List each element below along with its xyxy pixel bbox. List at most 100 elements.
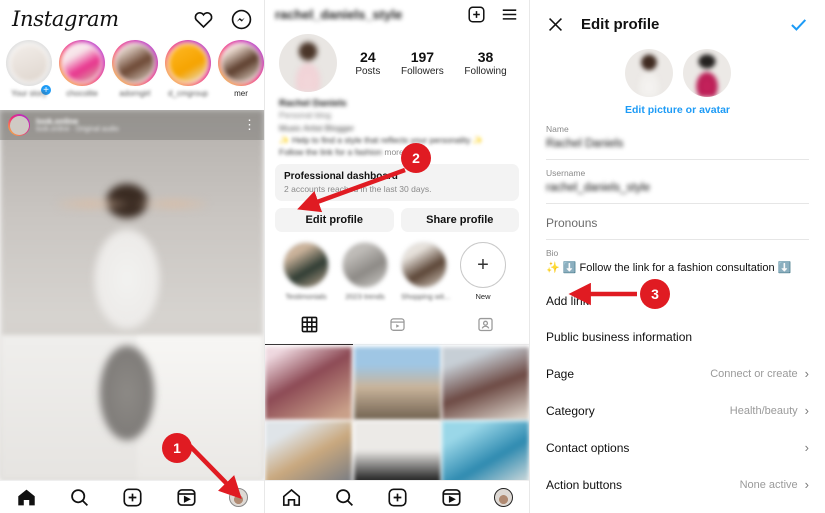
stat-following[interactable]: 38 Following: [464, 49, 506, 77]
grid-cell[interactable]: [442, 346, 529, 420]
story-label: adorngirl: [119, 89, 151, 98]
edit-picture-or-avatar-link[interactable]: Edit picture or avatar: [530, 104, 825, 116]
name-field-label: Name: [546, 124, 569, 134]
new-highlight-item[interactable]: + New: [460, 242, 506, 301]
category-value: Health/beauty: [729, 404, 798, 417]
story-avatar: [61, 42, 103, 84]
plus-icon: +: [460, 242, 506, 288]
profile-username-title[interactable]: rachel_daniels_style: [275, 7, 457, 22]
search-icon[interactable]: [69, 487, 90, 508]
checkmark-icon[interactable]: [788, 14, 809, 35]
stat-value: 24: [360, 49, 376, 65]
story-item[interactable]: mer: [218, 40, 264, 106]
grid-tab[interactable]: [265, 311, 353, 345]
story-ring: [218, 40, 264, 86]
story-ring: [112, 40, 158, 86]
profile-avatar-large[interactable]: [279, 34, 337, 92]
tagged-tab[interactable]: [441, 311, 529, 344]
reels-icon: [389, 318, 405, 331]
highlight-item[interactable]: Testimonials: [283, 242, 329, 301]
highlight-item[interactable]: 2023 trends: [342, 242, 388, 301]
edit-profile-top-bar: Edit profile: [530, 0, 825, 45]
feed-top-icons: [193, 9, 252, 30]
public-business-information-row[interactable]: Public business information: [530, 319, 825, 355]
home-icon[interactable]: [16, 487, 37, 508]
annotation-badge-3: 3: [640, 279, 670, 309]
chevron-right-icon: ›: [804, 477, 809, 492]
stat-posts[interactable]: 24 Posts: [355, 49, 380, 77]
story-item[interactable]: chocolite: [59, 40, 105, 106]
action-buttons-label: Action buttons: [546, 477, 623, 492]
profile-display-row[interactable]: Profile display Contacts hidden ›: [530, 503, 825, 513]
create-icon[interactable]: [387, 487, 408, 508]
name-field[interactable]: Name Rachel Daniels: [530, 116, 825, 159]
hamburger-menu-icon[interactable]: [500, 5, 519, 24]
story-ring: [6, 40, 52, 86]
stat-followers[interactable]: 197 Followers: [401, 49, 444, 77]
action-buttons-row[interactable]: Action buttons None active ›: [530, 466, 825, 503]
pronouns-field-label: Pronouns: [546, 216, 598, 230]
reels-tab[interactable]: [353, 311, 441, 344]
stat-label: Following: [464, 66, 507, 77]
instagram-logo: Instagram: [12, 7, 119, 31]
profile-picture-thumbnail[interactable]: [624, 49, 673, 97]
profile-photo-grid: [265, 345, 529, 494]
name-field-value: Rachel Daniels: [546, 138, 624, 150]
grid-cell[interactable]: [265, 346, 352, 420]
post-audio-label: look.online · Original audio: [36, 126, 119, 133]
bio-line-2-text: Follow the link for a fashion: [279, 147, 382, 157]
bio-field-label: Bio: [546, 248, 559, 258]
profile-tab-bar: [265, 311, 529, 345]
profile-bio-block: Rachel Daniels Personal blog Music Artis…: [265, 92, 529, 157]
annotation-arrow-2: [297, 167, 406, 213]
story-avatar: [8, 42, 50, 84]
public-business-information-label: Public business information: [546, 330, 693, 344]
bio-field[interactable]: Bio ✨ ⬇️ Follow the link for a fashion c…: [530, 240, 825, 283]
reels-icon[interactable]: [441, 487, 462, 508]
profile-avatar[interactable]: [493, 487, 513, 507]
share-profile-button[interactable]: Share profile: [400, 208, 519, 232]
story-item[interactable]: + Your story: [6, 40, 53, 106]
story-item[interactable]: d_cmgroup: [165, 40, 211, 106]
contact-options-row[interactable]: Contact options ›: [530, 429, 825, 466]
page-row[interactable]: Page Connect or create ›: [530, 355, 825, 392]
feed-top-bar: Instagram: [0, 0, 264, 38]
highlight-cover: [342, 242, 388, 288]
story-ring: [59, 40, 105, 86]
stat-label: Posts: [355, 66, 381, 77]
highlight-label: Testimonials: [285, 292, 327, 301]
stories-row[interactable]: + Your story chocolite adorngirl d_cmgro…: [0, 38, 264, 110]
category-label: Category: [546, 403, 595, 418]
story-label: mer: [234, 89, 248, 98]
story-avatar: [167, 42, 209, 84]
username-field[interactable]: Username rachel_daniels_style: [530, 160, 825, 203]
profile-stats-row: 24 Posts 197 Followers 38 Following: [265, 28, 529, 92]
story-ring: [165, 40, 211, 86]
annotation-arrow-3: [568, 282, 637, 306]
search-icon[interactable]: [334, 487, 355, 508]
messenger-icon[interactable]: [231, 9, 252, 30]
post-header: look.online look.online · Original audio…: [0, 110, 264, 140]
create-icon[interactable]: [122, 487, 143, 508]
story-item[interactable]: adorngirl: [112, 40, 158, 106]
home-icon[interactable]: [281, 487, 302, 508]
post-author-info: look.online look.online · Original audio: [36, 117, 237, 133]
pronouns-field[interactable]: Pronouns: [530, 204, 825, 239]
heart-icon[interactable]: [193, 9, 214, 30]
story-label: chocolite: [66, 89, 98, 98]
page-title: Edit profile: [581, 16, 660, 33]
post-author-avatar[interactable]: [8, 114, 30, 136]
tagged-icon: [477, 317, 493, 332]
grid-cell[interactable]: [353, 346, 441, 420]
highlight-cover: [283, 242, 329, 288]
profile-bio-line-2: Follow the link for a fashion more: [279, 147, 517, 157]
profile-bio-line-1: ✨ Help to find a style that reflects you…: [279, 135, 484, 145]
add-box-icon[interactable]: [467, 5, 486, 24]
highlight-item[interactable]: Shopping wit...: [401, 242, 450, 301]
instagram-profile-panel: rachel_daniels_style 24 Posts 197 Follow…: [265, 0, 530, 513]
avatar-thumbnail[interactable]: [682, 49, 731, 97]
close-icon[interactable]: [546, 15, 565, 34]
annotation-arrow-1: [188, 444, 242, 500]
post-menu-icon[interactable]: ⋮: [243, 118, 256, 131]
category-row[interactable]: Category Health/beauty ›: [530, 392, 825, 429]
